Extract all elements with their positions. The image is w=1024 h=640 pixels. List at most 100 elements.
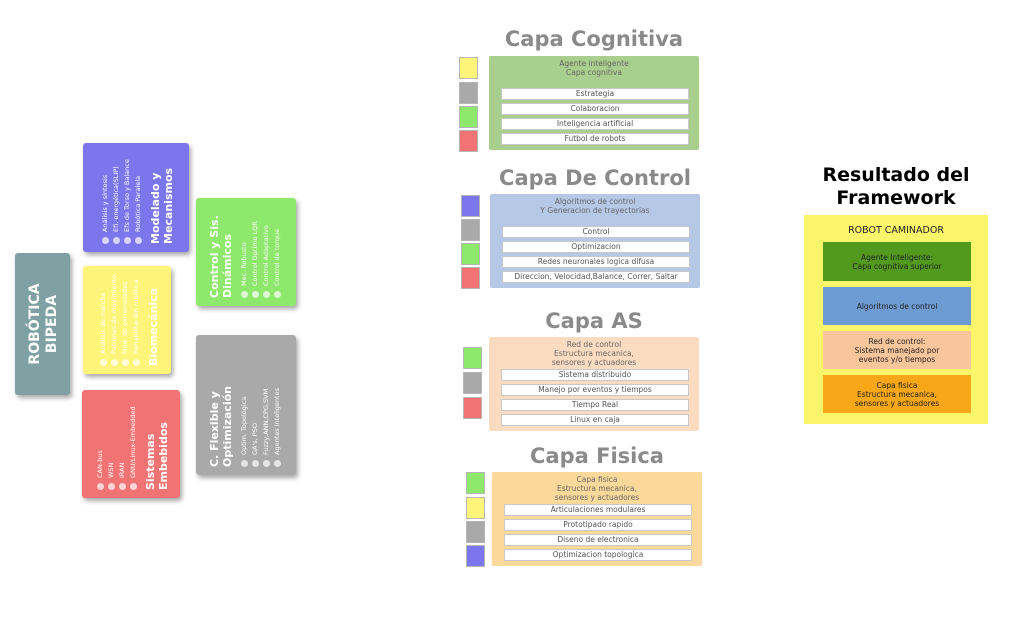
bullet-icon (124, 236, 132, 244)
layer-row: Colaboracion (501, 103, 689, 115)
layer-row: Manejo por eventos y tiempos (501, 384, 689, 396)
panel-head: Agente inteligente Capa cognitiva (559, 59, 629, 77)
result-item-fisica: Capa fisica Estructura mecanica, sensores … (823, 375, 971, 413)
thumb-red (463, 397, 482, 419)
bullet-icon (132, 359, 140, 366)
list-item: GNU/Linux-Embedded (128, 398, 139, 490)
bullet-icon (263, 291, 271, 298)
thumb-purple (466, 545, 485, 567)
sistemas-list: CAN-bus WSN IRAN GNU/Linux-Embedded (95, 398, 139, 490)
card-title: Sistemas Embebidos (144, 422, 170, 490)
thumb-gray (459, 82, 478, 104)
list-item: Optim. Topológica (239, 343, 250, 467)
bullet-icon (110, 359, 118, 366)
card-control: Control y Sis. Dinámicos Mec. Robusto Co… (196, 198, 296, 306)
layer-row: Tiempo Real (501, 399, 689, 411)
thumb-green (461, 243, 480, 265)
bullet-icon (241, 460, 249, 467)
card-biomecanica: Análisis de marcha Patrones de movimient… (83, 266, 171, 374)
bullet-icon (99, 359, 107, 366)
result-item-agente: Agente Inteligente: Capa cognitiva superi… (823, 242, 971, 281)
list-item: Agentes inteligentes (272, 343, 283, 467)
panel-head: Capa fisica Estructura mecanica, sensore… (554, 475, 640, 502)
panel-head: Algoritmos de control Y Generacion de tr… (540, 197, 650, 215)
result-title: Resultado del Framework (822, 164, 970, 209)
card-title: Control y Sis. Dinámicos (207, 215, 234, 298)
bullet-icon (241, 291, 249, 298)
layer-row: Optimizacion topologica (504, 549, 692, 561)
card-title: Biomecánica (146, 287, 160, 366)
bullet-icon (252, 460, 260, 467)
list-item: Rehabilitación robótica (131, 274, 142, 366)
panel-as: Red de control Estructura mecanica, sens… (489, 337, 699, 431)
result-box-label: ROBOT CAMINADOR (848, 225, 944, 236)
layer-row: Optimizacion (502, 241, 690, 253)
panel-control: Algoritmos de control Y Generacion de tr… (490, 194, 700, 288)
layer-row: Redes neuronales logica difusa (502, 256, 690, 268)
bullet-icon (108, 483, 116, 490)
layer-row: Estrategia (501, 88, 689, 100)
list-item: Análisis de marcha (98, 274, 109, 366)
thumb-gray (466, 521, 485, 543)
list-item: CAN-bus (95, 398, 106, 490)
layer-title-cognitiva: Capa Cognitiva (504, 27, 684, 51)
result-box: ROBOT CAMINADOR Agente Inteligente: Capa … (804, 215, 988, 424)
thumb-purple (461, 195, 480, 217)
list-item: Análisis y síntesis (100, 151, 111, 244)
layer-row: Articulaciones modulares (504, 504, 692, 516)
bullet-icon (119, 483, 127, 490)
list-item: Control de torque (272, 206, 283, 298)
list-item: Mod. de extremidades (120, 274, 131, 366)
bullet-icon (97, 483, 105, 490)
thumb-yellow (466, 497, 485, 519)
list-item: Patrones de movimiento (109, 274, 120, 366)
layer-row: Sistema distribuido (501, 369, 689, 381)
bullet-icon (102, 236, 110, 244)
flexible-list: Optim. Topológica GA's, PSO Fuzzy,ANN,CP… (239, 343, 283, 467)
bullet-icon (113, 236, 121, 244)
bullet-icon (274, 291, 282, 298)
list-item: Robótica Paralela (133, 151, 144, 244)
panel-fisica: Capa fisica Estructura mecanica, sensore… (492, 472, 702, 566)
thumb-green (459, 106, 478, 128)
thumb-gray (463, 372, 482, 394)
list-item: WSN (106, 398, 117, 490)
layer-title-as: Capa AS (545, 309, 643, 333)
card-flexible: C. Flexible y Optimización Optim. Topoló… (196, 335, 296, 475)
layer-row: Control (502, 226, 690, 238)
panel-head: Red de control Estructura mecanica, sens… (551, 340, 637, 367)
main-title: ROBÓTICA BIPEDA (26, 283, 59, 365)
layer-title-control: Capa De Control (499, 166, 691, 190)
card-modelado: Análisis y síntesis Efi. energética(SLIP… (83, 143, 189, 252)
layer-row: Direccion, Velocidad,Balance, Correr, Sa… (502, 271, 690, 283)
bullet-icon (252, 291, 260, 298)
list-item: Fuzzy,ANN,CPG,SVM (261, 343, 272, 467)
card-sistemas: CAN-bus WSN IRAN GNU/Linux-Embedded Sist… (82, 390, 180, 498)
layer-row: Linux en caja (501, 414, 689, 426)
result-item-red: Red de control: Sistema manejado por event… (823, 331, 971, 369)
thumb-yellow (459, 57, 478, 79)
layer-row: Inteligencia artificial (501, 118, 689, 130)
layer-row: Prototipado rapido (504, 519, 692, 531)
bullet-icon (263, 460, 271, 467)
list-item: Mec. Robusto (239, 206, 250, 298)
main-title-card: ROBÓTICA BIPEDA (15, 253, 70, 395)
list-item: GA's, PSO (250, 343, 261, 467)
thumb-green (466, 472, 485, 494)
list-item: Efs de Torso y Balance (122, 151, 133, 244)
layer-title-fisica: Capa Fisica (530, 444, 664, 468)
card-title: C. Flexible y Optimización (207, 386, 234, 467)
list-item: Efi. energética(SLIP) (111, 151, 122, 244)
bullet-icon (130, 483, 138, 490)
layer-row: Diseno de electronica (504, 534, 692, 546)
result-item-algoritmos: Algoritmos de control (823, 287, 971, 325)
thumb-red (459, 130, 478, 152)
bullet-icon (135, 236, 143, 244)
bullet-icon (121, 359, 129, 366)
bullet-icon (274, 460, 282, 467)
biomecanica-list: Análisis de marcha Patrones de movimient… (98, 274, 142, 366)
modelado-list: Análisis y síntesis Efi. energética(SLIP… (100, 151, 144, 244)
panel-cognitiva: Agente inteligente Capa cognitiva Estrat… (489, 56, 699, 150)
list-item: IRAN (117, 398, 128, 490)
control-list: Mec. Robusto Control Optimo LQR Control … (239, 206, 283, 298)
